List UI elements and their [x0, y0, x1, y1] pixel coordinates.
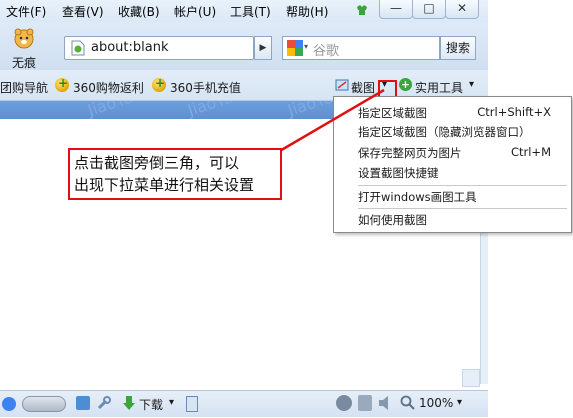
annotation-arrow — [277, 88, 385, 154]
annotation-line-2: 出现下拉菜单进行相关设置 — [74, 176, 255, 194]
browser-window: 文件(F) 查看(V) 收藏(B) 帐户(U) 工具(T) 帮助(H) — □ … — [0, 0, 573, 418]
annotation-text: 点击截图旁倒三角，可以 出现下拉菜单进行相关设置 — [74, 152, 254, 196]
annotation-callout: 点击截图旁倒三角，可以 出现下拉菜单进行相关设置 — [68, 148, 282, 200]
annotation-line-1: 点击截图旁倒三角，可以 — [74, 154, 240, 172]
